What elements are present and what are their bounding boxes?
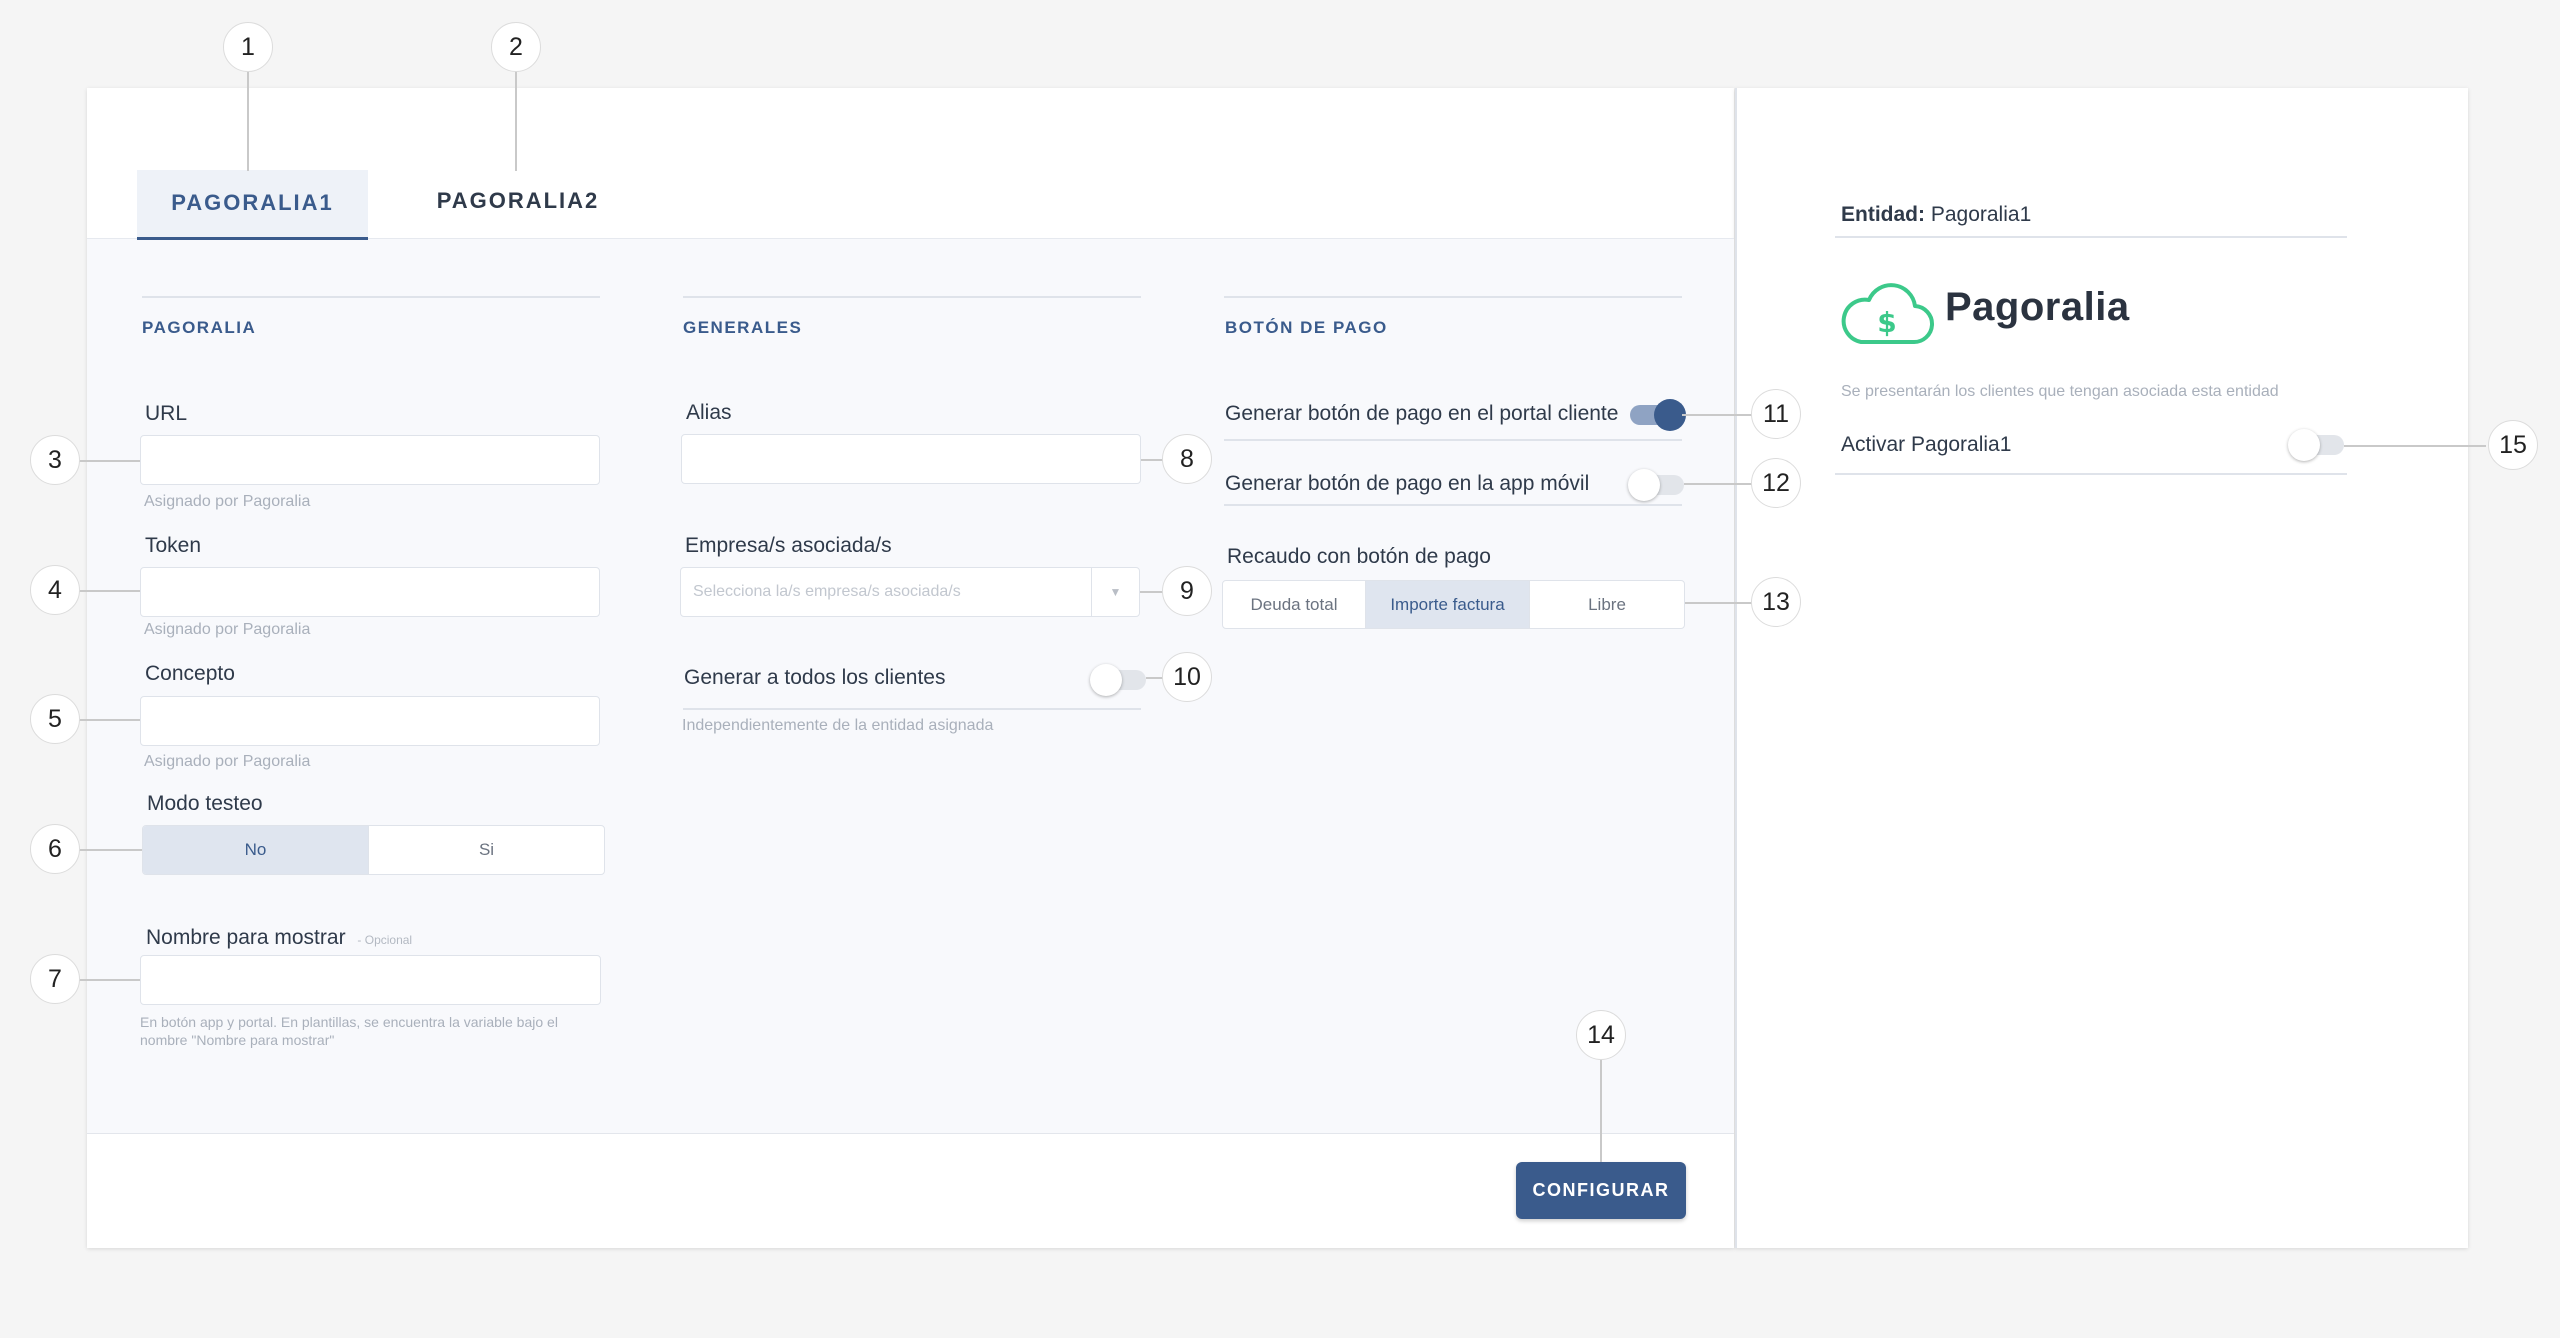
logo-text: Pagoralia [1945,285,2130,329]
modo-testeo-segmented: No Si [142,825,605,875]
url-input[interactable] [140,435,600,485]
callout-2: 2 [491,22,541,72]
entity-side-panel [1735,88,2468,1248]
entidad-line: Entidad: Pagoralia1 [1841,203,2031,227]
nombre-input[interactable] [140,955,601,1005]
section-divider [142,296,600,298]
row-divider [1224,504,1682,506]
callout-8: 8 [1162,434,1212,484]
empresa-placeholder: Selecciona la/s empresa/s asociada/s [693,583,961,600]
callout-leader [1682,414,1756,416]
recaudo-segmented: Deuda total Importe factura Libre [1222,580,1685,629]
concepto-label: Concepto [145,662,235,685]
callout-9: 9 [1162,566,1212,616]
modo-testeo-label: Modo testeo [147,792,263,815]
section-divider [1224,296,1682,298]
callout-leader [1684,483,1756,485]
callout-6: 6 [30,824,80,874]
configurar-button[interactable]: CONFIGURAR [1516,1162,1686,1219]
url-label: URL [145,402,188,425]
activar-toggle[interactable] [2288,429,2344,461]
callout-leader [1140,591,1163,593]
callout-7: 7 [30,954,80,1004]
callout-leader [78,460,140,462]
row-divider [1224,439,1682,441]
entidad-value: Pagoralia1 [1930,203,2032,226]
modo-testeo-option-no[interactable]: No [143,826,369,874]
empresa-select[interactable]: Selecciona la/s empresa/s asociada/s ▼ [680,567,1140,617]
callout-11: 11 [1751,389,1801,439]
toggle-knob [2288,429,2320,461]
pagoralia-logo: $ [1839,278,1935,353]
callout-14: 14 [1576,1010,1626,1060]
chevron-down-icon[interactable]: ▼ [1091,568,1139,616]
generar-todos-toggle[interactable] [1090,664,1146,696]
app-movil-label: Generar botón de pago en la app móvil [1225,472,1590,495]
alias-input[interactable] [681,434,1141,484]
toggle-knob [1628,469,1660,501]
app-movil-toggle[interactable] [1628,469,1684,501]
callout-leader [1141,459,1163,461]
nombre-hint-line-2: nombre "Nombre para mostrar" [140,1032,335,1048]
callout-1: 1 [223,22,273,72]
url-hint: Asignado por Pagoralia [144,493,311,510]
callout-4: 4 [30,565,80,615]
callout-5: 5 [30,694,80,744]
callout-leader [78,979,140,981]
token-label: Token [145,534,202,557]
token-input[interactable] [140,567,600,617]
tab-pagoralia1[interactable]: PAGORALIA1 [137,170,368,240]
callout-10: 10 [1162,652,1212,702]
recaudo-option-importe-factura[interactable]: Importe factura [1366,581,1530,628]
callout-15: 15 [2488,420,2538,470]
section-divider [683,296,1141,298]
recaudo-label: Recaudo con botón de pago [1227,545,1491,568]
optional-tag: - Opcional [357,933,413,947]
nombre-label-text: Nombre para mostrar [146,926,346,949]
nombre-hint: En botón app y portal. En plantillas, se… [140,1013,558,1049]
callout-leader [78,849,142,851]
section-title-generales: GENERALES [683,318,803,337]
recaudo-option-libre[interactable]: Libre [1530,581,1684,628]
cloud-dollar-icon: $ [1841,283,1935,345]
callout-3: 3 [30,435,80,485]
callout-leader [1685,602,1756,604]
entidad-key: Entidad: [1841,203,1925,226]
activar-label: Activar Pagoralia1 [1841,433,2012,456]
callout-13: 13 [1751,577,1801,627]
svg-text:$: $ [1877,306,1896,339]
row-divider [1835,473,2347,475]
form-footer [87,1133,1734,1248]
callout-leader [515,71,517,171]
callout-leader [247,71,249,171]
concepto-hint: Asignado por Pagoralia [144,753,311,770]
toggle-knob [1090,664,1122,696]
entidad-note: Se presentarán los clientes que tengan a… [1841,383,2279,400]
row-divider [1835,236,2347,238]
section-title-boton-pago: BOTÓN DE PAGO [1225,318,1388,337]
callout-12: 12 [1751,458,1801,508]
portal-cliente-toggle[interactable] [1630,399,1686,431]
portal-cliente-label: Generar botón de pago en el portal clien… [1225,402,1619,425]
callout-leader [1600,1058,1602,1162]
callout-leader [2344,445,2486,447]
concepto-input[interactable] [140,696,600,746]
recaudo-option-deuda-total[interactable]: Deuda total [1223,581,1366,628]
token-hint: Asignado por Pagoralia [144,621,311,638]
callout-leader [78,590,140,592]
empresa-label: Empresa/s asociada/s [685,534,892,557]
modo-testeo-option-si[interactable]: Si [369,826,604,874]
callout-leader [78,719,140,721]
tab-pagoralia2[interactable]: PAGORALIA2 [425,170,611,236]
row-divider [683,708,1141,710]
nombre-hint-line-1: En botón app y portal. En plantillas, se… [140,1014,558,1030]
nombre-label: Nombre para mostrar - Opcional [146,926,412,950]
generar-todos-label: Generar a todos los clientes [684,666,946,689]
section-title-pagoralia: PAGORALIA [142,318,257,337]
generar-todos-hint: Independientemente de la entidad asignad… [682,717,994,734]
alias-label: Alias [686,401,732,424]
